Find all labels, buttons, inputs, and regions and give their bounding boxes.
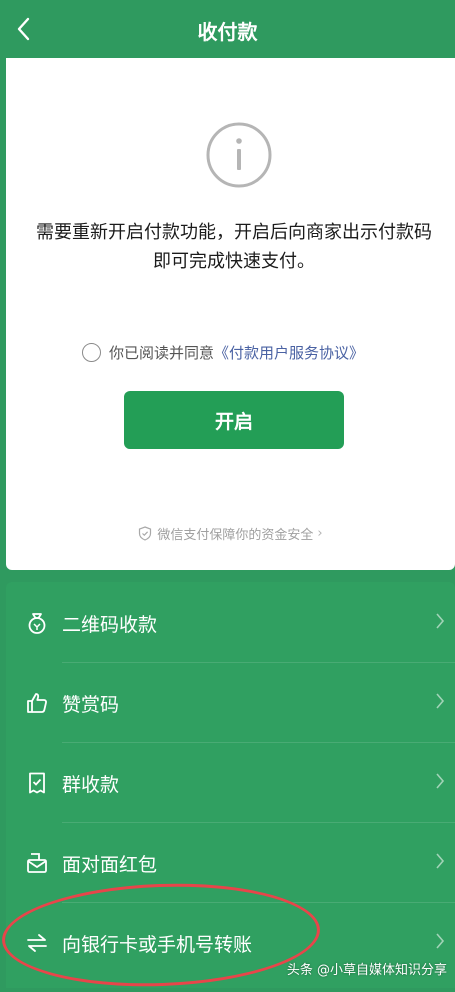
shield-icon (139, 526, 152, 541)
safety-link[interactable]: 微信支付保障你的资金安全 › (6, 524, 455, 543)
menu-item-reward-code[interactable]: 赞赏码 (6, 664, 455, 742)
chevron-left-icon (17, 17, 30, 41)
divider (62, 822, 455, 823)
money-bag-icon (24, 610, 50, 636)
menu-item-label: 向银行卡或手机号转账 (62, 933, 253, 956)
chevron-right-icon (436, 693, 445, 709)
menu-item-label: 面对面红包 (62, 853, 158, 876)
safety-text: 微信支付保障你的资金安全 (157, 528, 314, 543)
menu-list: 二维码收款 赞赏码 群收款 面对面红包 向银行卡或手机号转账 (6, 582, 455, 988)
header: 收付款 (0, 0, 455, 60)
agreement-link[interactable]: 《付款用户服务协议》 (214, 342, 364, 363)
menu-item-group-collect[interactable]: 群收款 (6, 744, 455, 822)
chevron-right-icon (436, 933, 445, 949)
chevron-right-icon (436, 613, 445, 629)
divider (62, 742, 455, 743)
notice-message: 需要重新开启付款功能，开启后向商家出示付款码即可完成快速支付。 (36, 222, 432, 272)
menu-item-label: 二维码收款 (62, 613, 158, 636)
thumbs-up-icon (24, 690, 50, 716)
menu-item-face-to-face-redpacket[interactable]: 面对面红包 (6, 824, 455, 902)
agreement-row: 你已阅读并同意 《付款用户服务协议》 (82, 337, 364, 367)
watermark-text: 头条 @小草自媒体知识分享 (286, 963, 447, 978)
divider (62, 902, 455, 903)
transfer-icon (24, 930, 50, 956)
back-button[interactable] (12, 14, 34, 44)
chevron-right-icon: › (317, 526, 323, 541)
chevron-right-icon (436, 773, 445, 789)
agree-radio[interactable] (82, 342, 101, 362)
open-button[interactable]: 开启 (124, 391, 344, 449)
menu-item-qr-collect[interactable]: 二维码收款 (6, 584, 455, 662)
divider (62, 662, 455, 663)
receipt-icon (24, 770, 50, 796)
info-icon (206, 122, 272, 188)
page-title: 收付款 (197, 19, 258, 44)
menu-item-label: 赞赏码 (62, 693, 120, 716)
menu-item-label: 群收款 (62, 773, 120, 796)
red-packet-icon (24, 850, 50, 876)
agree-text: 你已阅读并同意 (109, 343, 215, 362)
payment-card: 需要重新开启付款功能，开启后向商家出示付款码即可完成快速支付。 你已阅读并同意 … (6, 58, 455, 570)
chevron-right-icon (436, 853, 445, 869)
